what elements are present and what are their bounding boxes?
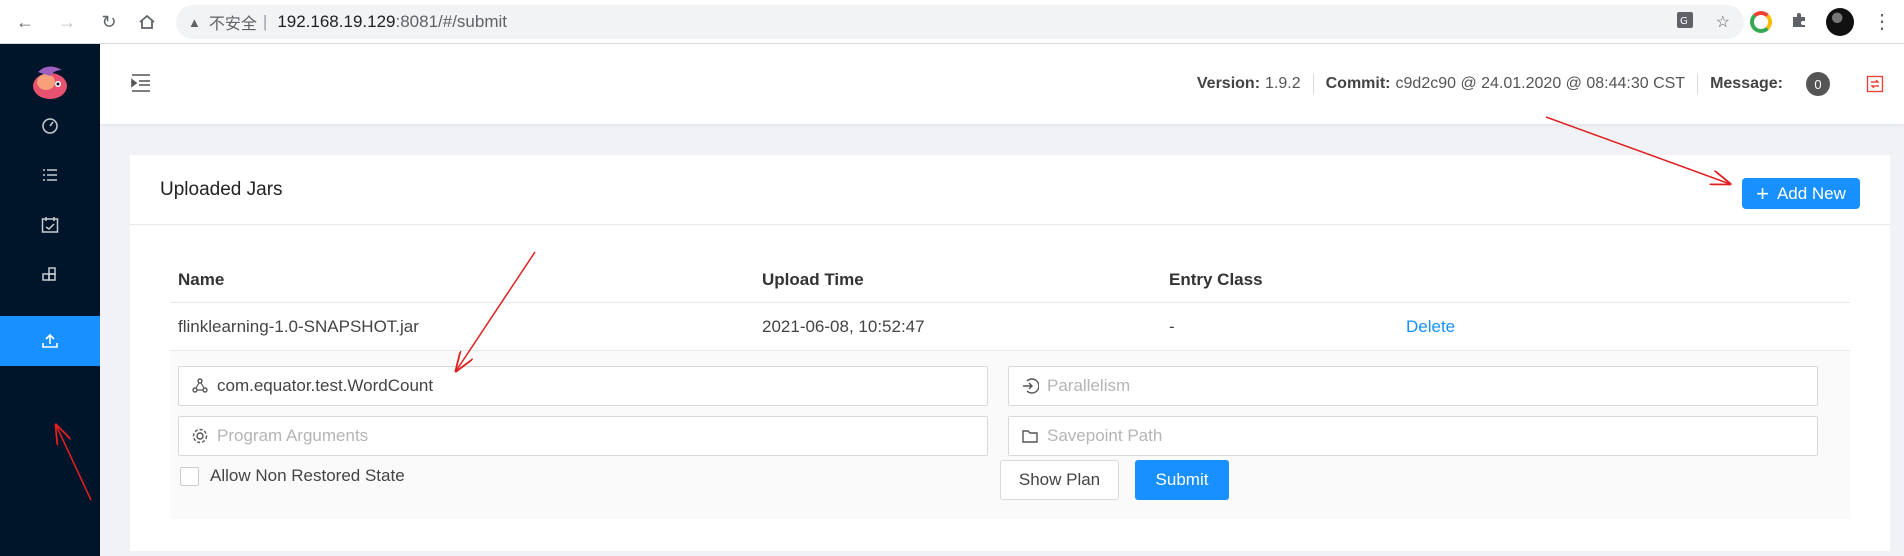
jar-name: flinklearning-1.0-SNAPSHOT.jar — [178, 316, 419, 336]
table-header: Name Upload Time Entry Class — [170, 257, 1850, 303]
list-icon — [43, 169, 57, 181]
delete-link[interactable]: Delete — [1406, 303, 1455, 350]
add-new-button[interactable]: + Add New — [1742, 178, 1860, 209]
card-title: Uploaded Jars — [160, 179, 283, 200]
translate-icon[interactable]: G — [1676, 11, 1694, 34]
plus-icon: + — [1756, 180, 1769, 206]
home-icon[interactable] — [134, 9, 160, 35]
svg-text:G: G — [1680, 16, 1688, 27]
uploaded-jars-card: Uploaded Jars + Add New Name Upload Time… — [130, 155, 1890, 551]
card-header: Uploaded Jars + Add New — [130, 155, 1890, 225]
reload-icon[interactable]: ↻ — [96, 9, 122, 35]
table-row[interactable]: flinklearning-1.0-SNAPSHOT.jar 2021-06-0… — [170, 303, 1850, 351]
bookmark-star-icon[interactable]: ☆ — [1716, 12, 1730, 32]
browser-toolbar: ← → ↻ ▲ 不安全 | 192.168.19.129:8081/#/subm… — [0, 0, 1904, 44]
program-arguments-placeholder: Program Arguments — [217, 426, 369, 445]
browser-menu-icon[interactable]: ⋮ — [1872, 12, 1892, 32]
commit-value: c9d2c90 @ 24.01.2020 @ 08:44:30 CST — [1395, 75, 1686, 92]
submit-form-panel: com.equator.test.WordCount Parallelism P… — [170, 351, 1850, 519]
add-new-label: Add New — [1776, 183, 1846, 203]
flink-logo[interactable] — [28, 62, 72, 102]
show-plan-button[interactable]: Show Plan — [1000, 460, 1119, 500]
column-header-entry-class: Entry Class — [1169, 269, 1263, 289]
column-header-name: Name — [178, 269, 225, 289]
page-header: Version: 1.9.2 Commit: c9d2c90 @ 24.01.2… — [100, 44, 1904, 124]
extension-ring-icon[interactable] — [1750, 11, 1772, 33]
version-label: Version: — [1196, 75, 1261, 92]
forward-icon[interactable]: → — [54, 9, 80, 35]
commit-label: Commit: — [1325, 75, 1391, 92]
url-separator: | — [262, 12, 268, 31]
calendar-icon — [41, 217, 59, 233]
sidebar-item-task-managers[interactable] — [0, 250, 100, 300]
security-label: 不安全 — [208, 16, 257, 33]
upload-icon — [42, 333, 58, 348]
entry-class-value: com.equator.test.WordCount — [217, 376, 434, 395]
allow-non-restored-checkbox[interactable] — [180, 466, 199, 486]
divider — [1697, 74, 1699, 94]
jar-entry-class: - — [1169, 316, 1175, 336]
program-arguments-input[interactable]: Program Arguments — [178, 416, 988, 456]
exit-fullscreen-icon[interactable] — [1866, 75, 1884, 93]
parallelism-placeholder: Parallelism — [1047, 376, 1131, 395]
cluster-icon — [192, 378, 208, 393]
extensions-puzzle-icon[interactable] — [1790, 11, 1808, 34]
message-label: Message: — [1710, 75, 1783, 92]
divider — [1312, 74, 1314, 94]
url-host: 192.168.19.129 — [277, 12, 396, 31]
parallelism-input[interactable]: Parallelism — [1008, 366, 1818, 406]
sidebar-item-schedule[interactable] — [0, 200, 100, 250]
dashboard-icon — [42, 118, 58, 134]
menu-fold-icon[interactable] — [130, 72, 152, 94]
savepoint-path-input[interactable]: Savepoint Path — [1008, 416, 1818, 456]
allow-non-restored-option[interactable]: Allow Non Restored State — [180, 466, 405, 486]
back-icon[interactable]: ← — [12, 9, 38, 35]
allow-non-restored-label: Allow Non Restored State — [210, 466, 405, 485]
savepoint-path-placeholder: Savepoint Path — [1047, 426, 1163, 445]
gear-icon — [192, 428, 208, 444]
column-header-upload-time: Upload Time — [762, 269, 864, 289]
version-value: 1.9.2 — [1265, 75, 1301, 92]
folder-icon — [1022, 430, 1038, 443]
address-bar[interactable]: ▲ 不安全 | 192.168.19.129:8081/#/submit G ☆ — [176, 5, 1744, 39]
entry-class-input[interactable]: com.equator.test.WordCount — [178, 366, 988, 406]
jar-upload-time: 2021-06-08, 10:52:47 — [762, 316, 925, 336]
sidebar-item-overview[interactable] — [0, 100, 100, 150]
submit-button[interactable]: Submit — [1135, 460, 1229, 500]
sidebar — [0, 44, 100, 556]
profile-avatar[interactable] — [1826, 8, 1854, 36]
sidebar-item-jobs[interactable] — [0, 150, 100, 200]
login-icon — [1023, 378, 1039, 394]
message-count-badge[interactable]: 0 — [1806, 72, 1830, 96]
blocks-icon — [42, 267, 56, 281]
sidebar-item-submit[interactable] — [0, 316, 100, 366]
warning-icon: ▲ — [188, 14, 201, 30]
url-path: :8081/#/submit — [395, 12, 507, 31]
